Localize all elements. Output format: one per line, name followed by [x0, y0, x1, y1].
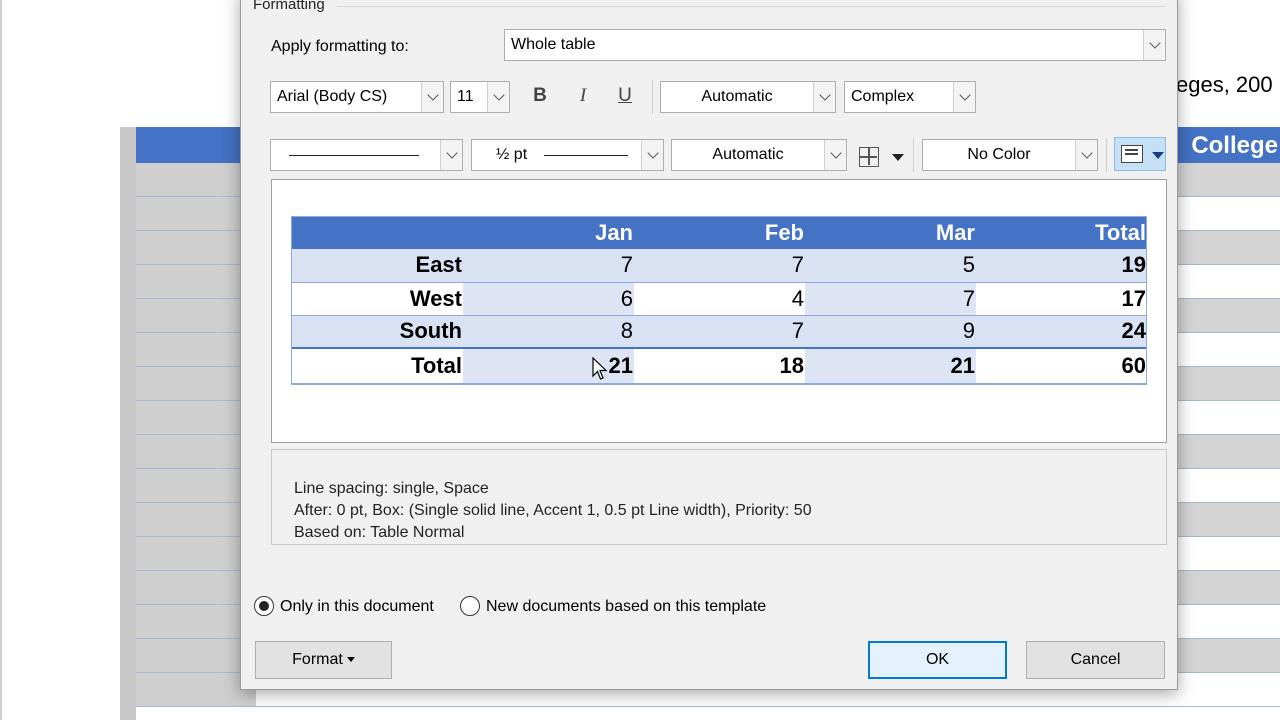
preview-row: West 6 4 7 17 — [291, 282, 1147, 315]
formatting-group-rule — [337, 6, 1165, 7]
document-table-gutter — [120, 127, 136, 720]
italic-button[interactable]: I — [568, 81, 598, 111]
description-line: Based on: Table Normal — [294, 524, 465, 541]
script-value: Complex — [851, 88, 915, 105]
underline-button[interactable]: U — [610, 81, 640, 111]
chevron-down-icon[interactable] — [1143, 30, 1165, 60]
chevron-down-icon[interactable] — [813, 82, 835, 112]
preview-header-cell: Total — [976, 216, 1147, 249]
apply-formatting-value: Whole table — [511, 36, 596, 53]
font-name-value: Arial (Body CS) — [277, 88, 388, 105]
preview-cell: 7 — [805, 282, 976, 315]
preview-header-cell: Feb — [634, 216, 805, 249]
border-line-sample — [289, 155, 419, 156]
only-this-document-radio[interactable] — [254, 596, 274, 616]
preview-cell: 8 — [463, 315, 634, 348]
script-dropdown[interactable]: Complex — [844, 81, 976, 113]
font-color-value: Automatic — [701, 88, 773, 105]
shading-value: No Color — [967, 146, 1031, 163]
preview-header-cell: Jan — [463, 216, 634, 249]
document-title-fragment: eges, 200 — [1176, 72, 1273, 97]
preview-row-total: 17 — [976, 282, 1147, 315]
ok-button[interactable]: OK — [868, 641, 1007, 679]
preview-cell: 21 — [463, 348, 634, 383]
preview-row-label: South — [291, 315, 463, 348]
font-size-dropdown[interactable]: 11 — [450, 81, 510, 113]
font-size-value: 11 — [457, 88, 474, 105]
toolbar-separator — [1106, 138, 1107, 172]
document-table-header-text: College — [1191, 132, 1278, 159]
description-line: After: 0 pt, Box: (Single solid line, Ac… — [294, 502, 812, 519]
preview-cell: 21 — [805, 348, 976, 383]
preview-cell: 5 — [805, 249, 976, 282]
format-button[interactable]: Format — [255, 641, 392, 679]
border-style-dropdown[interactable] — [270, 139, 463, 171]
preview-row-total: 60 — [976, 348, 1147, 383]
preview-table: Jan Feb Mar Total East 7 7 5 19 West 6 4 — [291, 216, 1147, 384]
modify-style-dialog: Formatting Apply formatting to: Whole ta… — [240, 0, 1178, 690]
all-borders-icon[interactable] — [859, 147, 879, 167]
preview-row-total: 24 — [976, 315, 1147, 348]
preview-total-row: Total 21 18 21 60 — [291, 348, 1147, 383]
style-description: Line spacing: single, Space After: 0 pt,… — [271, 449, 1167, 545]
preview-header-row: Jan Feb Mar Total — [291, 216, 1147, 249]
preview-cell: 7 — [634, 315, 805, 348]
only-this-document-label[interactable]: Only in this document — [280, 598, 434, 616]
new-documents-label[interactable]: New documents based on this template — [486, 598, 766, 616]
chevron-down-icon[interactable] — [421, 82, 443, 112]
border-color-dropdown[interactable]: Automatic — [671, 139, 847, 171]
toolbar-separator — [913, 138, 914, 172]
caret-down-icon — [346, 657, 355, 663]
document-edge — [0, 0, 2, 720]
description-line: Line spacing: single, Space — [294, 480, 489, 497]
apply-formatting-label: Apply formatting to: — [271, 38, 409, 55]
toolbar-separator — [652, 80, 653, 114]
preview-cell: 4 — [634, 282, 805, 315]
chevron-down-icon[interactable] — [641, 140, 663, 170]
chevron-down-icon[interactable] — [440, 140, 462, 170]
preview-cell: 18 — [634, 348, 805, 383]
formatting-group-title: Formatting — [253, 0, 325, 13]
shading-dropdown[interactable]: No Color — [922, 139, 1098, 171]
font-color-dropdown[interactable]: Automatic — [660, 81, 836, 113]
preview-header-cell — [291, 216, 463, 249]
border-color-value: Automatic — [712, 146, 784, 163]
font-name-dropdown[interactable]: Arial (Body CS) — [270, 81, 444, 113]
preview-row: East 7 7 5 19 — [291, 249, 1147, 282]
table-style-icon — [1121, 145, 1143, 163]
chevron-down-icon[interactable] — [953, 82, 975, 112]
border-width-line-sample — [544, 155, 628, 156]
preview-cell: 9 — [805, 315, 976, 348]
borders-dropdown-arrow-icon[interactable] — [892, 154, 904, 161]
format-button-label: Format — [292, 651, 343, 668]
style-preview: Jan Feb Mar Total East 7 7 5 19 West 6 4 — [271, 179, 1167, 443]
conditional-formatting-button[interactable] — [1114, 137, 1166, 171]
caret-down-icon[interactable] — [1152, 152, 1164, 159]
border-width-dropdown[interactable]: ½ pt — [471, 139, 664, 171]
new-documents-radio[interactable] — [460, 596, 480, 616]
preview-header-cell: Mar — [805, 216, 976, 249]
border-width-value: ½ pt — [496, 146, 528, 163]
preview-cell: 7 — [463, 249, 634, 282]
preview-cell: 6 — [463, 282, 634, 315]
preview-cell: 7 — [634, 249, 805, 282]
cancel-button[interactable]: Cancel — [1026, 641, 1165, 679]
bold-button[interactable]: B — [525, 81, 555, 111]
chevron-down-icon[interactable] — [1075, 140, 1097, 170]
preview-row-label: Total — [291, 348, 463, 383]
apply-formatting-dropdown[interactable]: Whole table — [504, 29, 1166, 61]
preview-row-label: West — [291, 282, 463, 315]
preview-row-label: East — [291, 249, 463, 282]
chevron-down-icon[interactable] — [824, 140, 846, 170]
preview-row-total: 19 — [976, 249, 1147, 282]
chevron-down-icon[interactable] — [487, 82, 509, 112]
preview-row: South 8 7 9 24 — [291, 315, 1147, 348]
